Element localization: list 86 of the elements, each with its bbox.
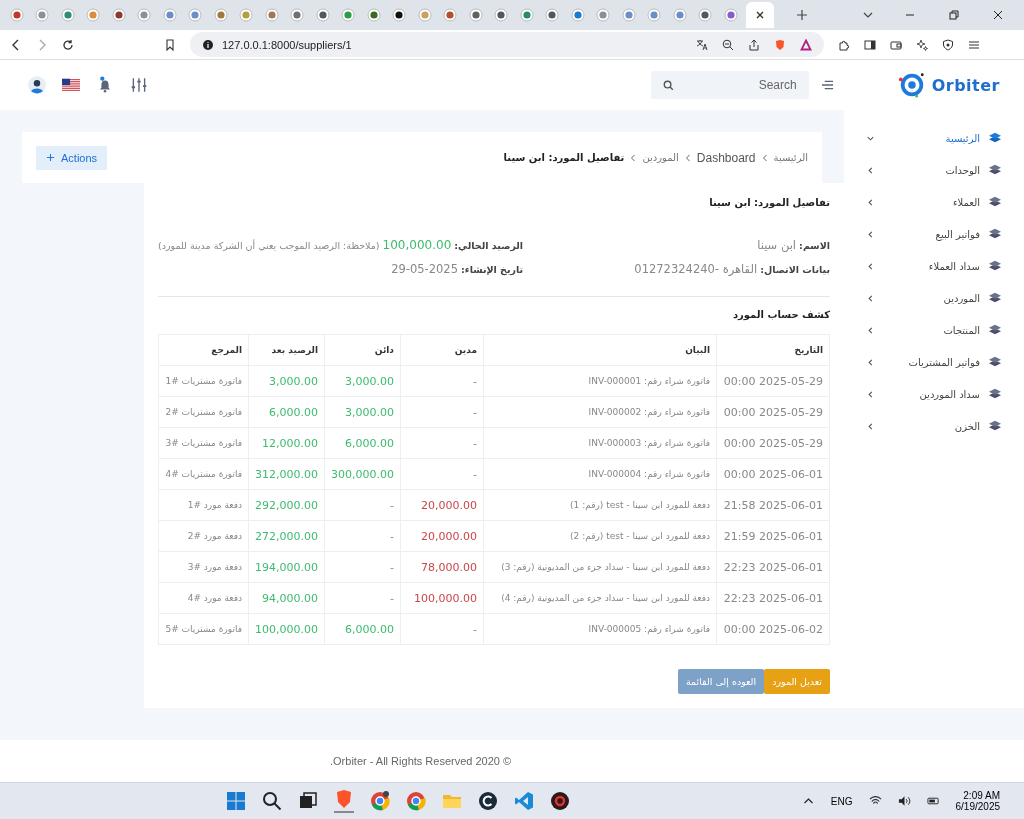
- sidebar-item[interactable]: الموردين: [844, 282, 1024, 315]
- table-cell: 12,000.00: [248, 427, 325, 459]
- table-cell: 3,000.00: [324, 365, 401, 397]
- table-cell: -: [400, 427, 484, 459]
- breadcrumb-item[interactable]: الموردين: [642, 152, 679, 164]
- column-header: مدين: [400, 334, 484, 366]
- table-cell: دفعة مورد #3: [158, 551, 249, 583]
- table-cell: فاتورة شراء رقم: INV-000004: [483, 458, 717, 490]
- table-cell: 2025-06-02 00:00: [716, 613, 830, 645]
- table-cell: دفعة للمورد ابن سينا - test (رقم: 2): [483, 520, 717, 552]
- table-cell: -: [324, 520, 401, 552]
- brand-name: Orbiter: [931, 75, 1000, 95]
- table-cell: 100,000.00: [400, 582, 484, 614]
- table-cell: 2025-05-29 00:00: [716, 396, 830, 428]
- sidebar-item[interactable]: العملاء: [844, 186, 1024, 219]
- table-cell: -: [324, 582, 401, 614]
- search-field[interactable]: Search: [650, 71, 809, 100]
- clock-date[interactable]: 6/19/2025: [955, 801, 1000, 813]
- table-cell: دفعة للمورد ابن سينا - سداد جزء من المديونية (رقم: 3): [483, 551, 717, 583]
- table-cell: 2025-06-01 21:58: [716, 489, 830, 521]
- table-cell: 2025-06-01 22:23: [716, 582, 830, 614]
- table-cell: -: [400, 365, 484, 397]
- table-cell: فاتورة شراء رقم: INV-000001: [483, 365, 717, 397]
- sidebar-item[interactable]: المنتجات: [844, 314, 1024, 347]
- sidebar-item[interactable]: فواتير المشتريات: [844, 346, 1024, 379]
- table-cell: فاتورة مشتريات #2: [158, 396, 249, 428]
- table-cell: 100,000.00: [248, 613, 325, 645]
- table-cell: 20,000.00: [400, 520, 484, 552]
- table-cell: 2025-06-01 22:23: [716, 551, 830, 583]
- sidebar-item[interactable]: سداد العملاء: [844, 250, 1024, 283]
- table-cell: -: [324, 551, 401, 583]
- table-cell: -: [400, 396, 484, 428]
- table-cell: دفعة مورد #2: [158, 520, 249, 552]
- column-header: الرصيد بعد: [248, 334, 325, 366]
- clock-time[interactable]: 2:09 AM: [963, 790, 1000, 802]
- table-cell: فاتورة شراء رقم: INV-000002: [483, 396, 717, 428]
- table-cell: 94,000.00: [248, 582, 325, 614]
- actions-button[interactable]: Actions: [36, 145, 108, 170]
- sidebar-item[interactable]: الخزن: [844, 410, 1024, 443]
- table-cell: 6,000.00: [324, 613, 401, 645]
- table-cell: 2025-05-29 00:00: [716, 365, 830, 397]
- table-cell: فاتورة مشتريات #5: [158, 613, 249, 645]
- breadcrumb-item: تفاصيل المورد: ابن سينا: [503, 152, 625, 164]
- detail-field: الاسم: ابن سينا: [523, 238, 830, 253]
- table-cell: 6,000.00: [248, 396, 325, 428]
- table-cell: 312,000.00: [248, 458, 325, 490]
- table-cell: 2025-06-01 21:59: [716, 520, 830, 552]
- column-header: المرجع: [158, 334, 249, 366]
- table-cell: فاتورة مشتريات #1: [158, 365, 249, 397]
- table-cell: 3,000.00: [248, 365, 325, 397]
- table-cell: دفعة للمورد ابن سينا - سداد جزء من المديونية (رقم: 4): [483, 582, 717, 614]
- table-cell: -: [400, 613, 484, 645]
- column-header: دائن: [324, 334, 401, 366]
- table-cell: 272,000.00: [248, 520, 325, 552]
- table-cell: -: [324, 489, 401, 521]
- sidebar-item[interactable]: فواتير البيع: [844, 218, 1024, 251]
- table-cell: دفعة مورد #4: [158, 582, 249, 614]
- details-title: تفاصيل المورد: ابن سينا: [708, 197, 830, 209]
- sidebar-item[interactable]: الوحدات: [844, 154, 1024, 187]
- table-cell: 2025-06-01 00:00: [716, 458, 830, 490]
- table-cell: فاتورة مشتريات #3: [158, 427, 249, 459]
- table-cell: 2025-05-29 00:00: [716, 427, 830, 459]
- table-cell: -: [400, 458, 484, 490]
- detail-field: بيانات الاتصال: القاهرة -01272324240: [523, 262, 830, 277]
- column-header: البيان: [483, 334, 717, 366]
- breadcrumb-item[interactable]: الرئيسية: [773, 152, 808, 164]
- table-cell: فاتورة شراء رقم: INV-000005: [483, 613, 717, 645]
- table-cell: 292,000.00: [248, 489, 325, 521]
- table-cell: 300,000.00: [324, 458, 401, 490]
- table-cell: فاتورة شراء رقم: INV-000003: [483, 427, 717, 459]
- table-cell: فاتورة مشتريات #4: [158, 458, 249, 490]
- footer-text: .Orbiter - All Rights Reserved 2020 ©: [330, 755, 512, 768]
- table-cell: دفعة للمورد ابن سينا - test (رقم: 1): [483, 489, 717, 521]
- table-cell: دفعة مورد #1: [158, 489, 249, 521]
- sidebar-item[interactable]: سداد الموردين: [844, 378, 1024, 411]
- table-cell: 3,000.00: [324, 396, 401, 428]
- table-cell: 78,000.00: [400, 551, 484, 583]
- statement-title: كشف حساب المورد: [731, 309, 830, 321]
- column-header: التاريخ: [716, 334, 830, 366]
- table-cell: 6,000.00: [324, 427, 401, 459]
- table-cell: 194,000.00: [248, 551, 325, 583]
- address-bar[interactable]: 127.0.0.1:8000/suppliers/1: [190, 32, 824, 58]
- table-cell: 20,000.00: [400, 489, 484, 521]
- sidebar-item[interactable]: الرئيسية: [844, 122, 1024, 155]
- language-indicator[interactable]: ENG: [830, 795, 853, 807]
- breadcrumb-item[interactable]: Dashboard: [696, 150, 756, 165]
